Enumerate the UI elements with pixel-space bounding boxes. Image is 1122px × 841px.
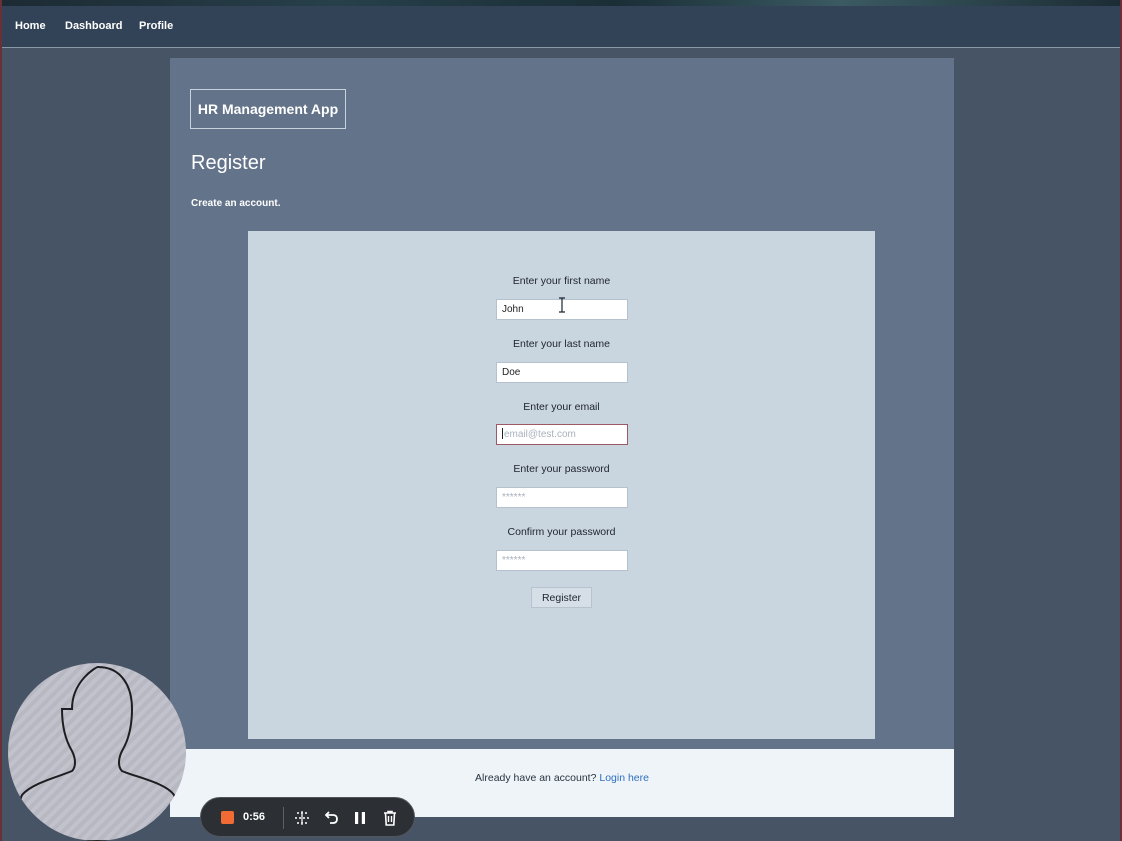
email-label: Enter your email	[523, 401, 600, 413]
password-input[interactable]: ******	[496, 487, 628, 508]
person-silhouette-icon	[14, 665, 182, 841]
email-input[interactable]: email@test.com	[496, 424, 628, 445]
text-caret	[502, 428, 503, 439]
grid-dots-icon[interactable]	[293, 809, 311, 827]
nav-profile-link[interactable]: Profile	[139, 20, 173, 32]
page-subtitle: Create an account.	[191, 198, 281, 209]
nav-home-link[interactable]: Home	[15, 20, 46, 32]
confirm-password-input[interactable]: ******	[496, 550, 628, 571]
recording-time: 0:56	[243, 811, 266, 823]
login-link[interactable]: Login here	[599, 772, 649, 784]
top-navbar: Home Dashboard Profile	[2, 6, 1120, 48]
confirm-password-label: Confirm your password	[507, 526, 616, 538]
footer-prompt: Already have an account?	[475, 772, 597, 784]
password-label: Enter your password	[513, 463, 610, 475]
register-panel: HR Management App Register Create an acc…	[170, 58, 954, 749]
pause-icon[interactable]	[351, 809, 369, 827]
window-edge-left	[0, 0, 2, 841]
email-placeholder: email@test.com	[504, 429, 576, 440]
undo-icon[interactable]	[322, 809, 340, 827]
stop-icon[interactable]	[221, 811, 234, 824]
page-title: Register	[191, 152, 266, 174]
register-button[interactable]: Register	[531, 587, 592, 608]
footer-text: Already have an account? Login here	[170, 772, 954, 784]
webcam-avatar	[8, 663, 186, 841]
register-form-card: Enter your first name John Enter your la…	[248, 231, 875, 739]
trash-icon[interactable]	[381, 809, 399, 827]
toolbar-divider	[283, 807, 284, 829]
nav-dashboard-link[interactable]: Dashboard	[65, 20, 122, 32]
screen-recorder-toolbar: 0:56	[200, 797, 415, 837]
app-brand-box: HR Management App	[190, 89, 346, 129]
last-name-input[interactable]: Doe	[496, 362, 628, 383]
first-name-label: Enter your first name	[512, 275, 611, 287]
text-cursor-icon	[559, 297, 565, 313]
last-name-label: Enter your last name	[513, 338, 610, 350]
